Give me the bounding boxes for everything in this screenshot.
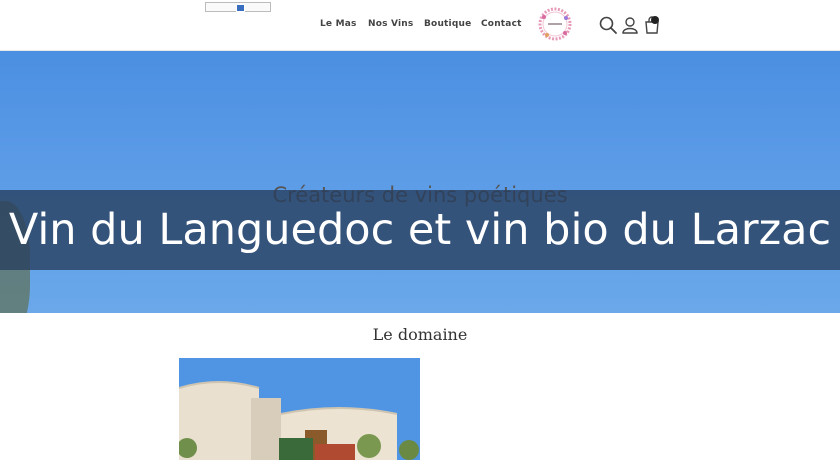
flag-icon (236, 4, 245, 12)
hero-banner (0, 51, 840, 313)
hero-title: Vin du Languedoc et vin bio du Larzac (8, 205, 832, 255)
nav-le-mas[interactable]: Le Mas (320, 19, 357, 29)
cart-count-badge (651, 16, 659, 24)
logo[interactable] (538, 7, 572, 41)
language-selector[interactable] (205, 2, 271, 12)
nav-boutique[interactable]: Boutique (424, 19, 471, 29)
nav-nos-vins[interactable]: Nos Vins (368, 19, 413, 29)
user-icon[interactable] (620, 15, 640, 35)
nav-contact[interactable]: Contact (481, 19, 522, 29)
site-header: Le Mas Nos Vins Boutique Contact (0, 0, 840, 51)
search-icon[interactable] (598, 15, 618, 35)
section-title: Le domaine (372, 325, 468, 344)
domain-photo (179, 358, 420, 460)
